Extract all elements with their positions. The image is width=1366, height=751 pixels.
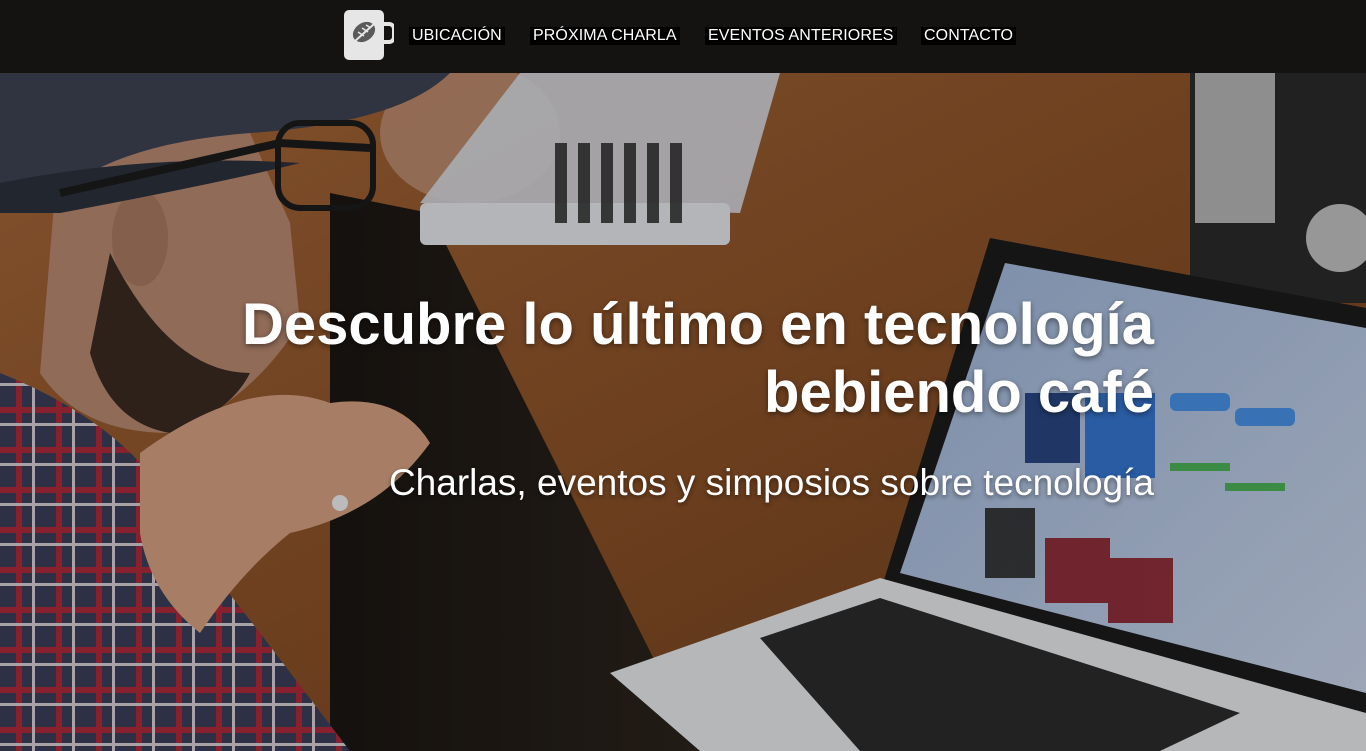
hero-title-line-1: Descubre lo último en tecnología [241, 292, 1154, 357]
nav-link-proxima-charla[interactable]: PRÓXIMA CHARLA [530, 27, 680, 45]
hero-subtitle: Charlas, eventos y simposios sobre tecno… [388, 462, 1154, 503]
nav-link-eventos-anteriores[interactable]: EVENTOS ANTERIORES [705, 27, 897, 45]
nav-link-ubicacion[interactable]: UBICACIÓN [409, 27, 505, 45]
coffee-cup-logo-icon[interactable] [344, 10, 396, 60]
page: UBICACIÓN PRÓXIMA CHARLA EVENTOS ANTERIO… [0, 0, 1366, 751]
top-navbar: UBICACIÓN PRÓXIMA CHARLA EVENTOS ANTERIO… [0, 0, 1366, 73]
nav-link-contacto[interactable]: CONTACTO [921, 27, 1017, 45]
hero-section: Descubre lo último en tecnología bebiend… [0, 73, 1366, 751]
hero-title: Descubre lo último en tecnología bebiend… [154, 291, 1154, 427]
hero-title-line-2: bebiendo café [764, 360, 1154, 425]
